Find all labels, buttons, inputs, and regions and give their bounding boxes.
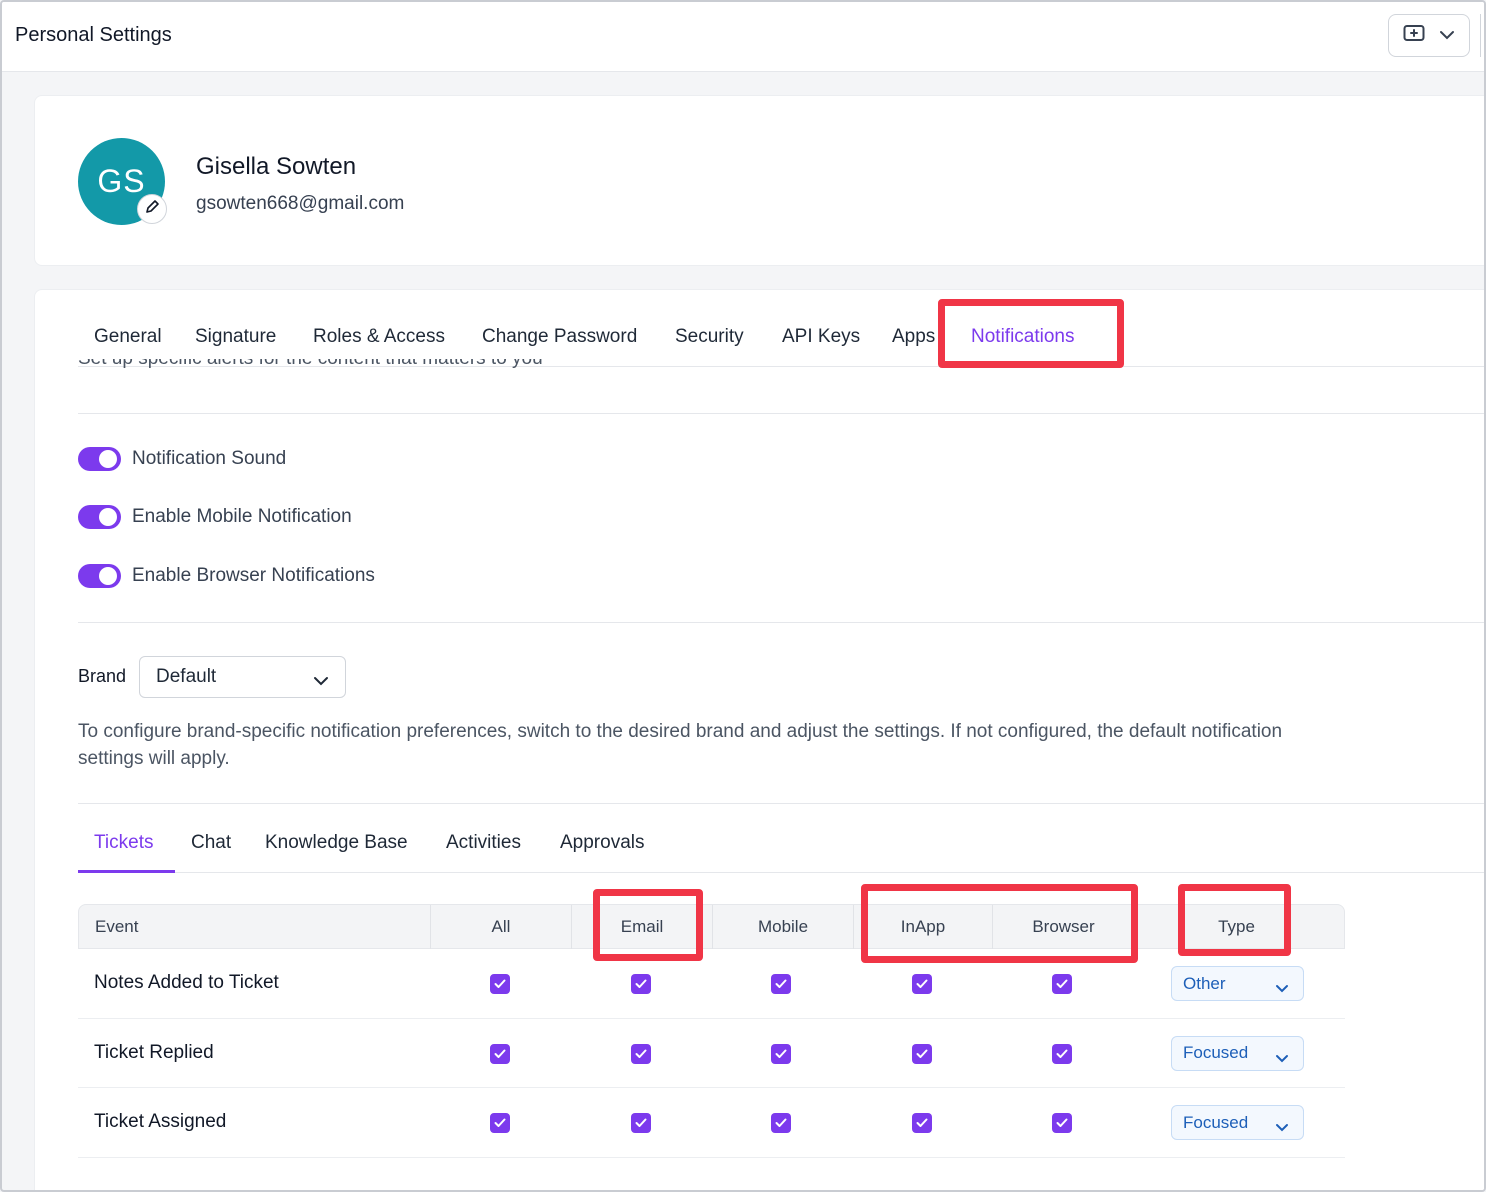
tab-roles-access[interactable]: Roles & Access bbox=[313, 326, 445, 348]
all-checkbox[interactable] bbox=[490, 1113, 510, 1133]
chevron-down-icon bbox=[1275, 978, 1289, 998]
chevron-down-icon bbox=[1275, 1048, 1289, 1068]
app-window: Personal Settings GS Gisella Sowten gsow… bbox=[0, 0, 1486, 1192]
all-checkbox[interactable] bbox=[490, 1043, 510, 1064]
mobile-checkbox[interactable] bbox=[771, 974, 791, 994]
mobile-checkbox[interactable] bbox=[771, 1113, 791, 1133]
edit-avatar-button[interactable] bbox=[137, 194, 167, 224]
brand-selected-value: Default bbox=[156, 666, 217, 687]
tab-apps[interactable]: Apps bbox=[892, 326, 935, 348]
notification-sound-toggle[interactable] bbox=[78, 447, 121, 471]
inapp-checkbox[interactable] bbox=[912, 1113, 932, 1133]
type-value: Focused bbox=[1183, 1043, 1249, 1062]
active-tab-indicator bbox=[78, 870, 175, 873]
toggle-label: Enable Mobile Notification bbox=[132, 506, 352, 527]
type-select[interactable]: Focused bbox=[1171, 1035, 1304, 1071]
column-email: Email bbox=[620, 917, 664, 936]
column-type: Type bbox=[1218, 917, 1255, 936]
divider bbox=[78, 413, 1484, 414]
column-inapp: InApp bbox=[900, 917, 946, 936]
mobile-notification-toggle[interactable] bbox=[78, 505, 121, 529]
type-select[interactable]: Focused bbox=[1171, 1105, 1304, 1140]
notifications-subtitle: Set up specific alerts for the content t… bbox=[78, 359, 778, 373]
column-browser: Browser bbox=[1032, 917, 1095, 936]
event-name: Ticket Replied bbox=[94, 1041, 214, 1063]
email-checkbox[interactable] bbox=[631, 974, 651, 994]
inapp-checkbox[interactable] bbox=[912, 974, 932, 994]
category-tabs: Tickets Chat Knowledge Base Activities A… bbox=[78, 804, 1484, 873]
tab-approvals[interactable]: Approvals bbox=[560, 832, 645, 854]
settings-card: General Signature Roles & Access Change … bbox=[34, 289, 1484, 1191]
column-all: All bbox=[491, 917, 511, 936]
browser-checkbox[interactable] bbox=[1052, 1043, 1072, 1064]
brand-label: Brand bbox=[78, 666, 127, 686]
tab-change-password[interactable]: Change Password bbox=[482, 326, 637, 348]
profile-card: GS Gisella Sowten gsowten668@gmail.com bbox=[34, 95, 1484, 266]
page-title: Personal Settings bbox=[15, 24, 172, 46]
tab-general[interactable]: General bbox=[94, 326, 162, 348]
toggle-label: Enable Browser Notifications bbox=[132, 565, 375, 586]
divider bbox=[78, 622, 1484, 623]
table-row: Ticket Replied Focused bbox=[78, 1019, 1345, 1088]
chevron-down-icon bbox=[1275, 1117, 1289, 1137]
profile-name: Gisella Sowten bbox=[196, 153, 357, 180]
browser-notifications-toggle[interactable] bbox=[78, 564, 121, 588]
tab-api-keys[interactable]: API Keys bbox=[782, 326, 860, 348]
brand-select[interactable]: Default bbox=[139, 656, 346, 698]
mobile-checkbox[interactable] bbox=[771, 1043, 791, 1064]
tab-security[interactable]: Security bbox=[675, 326, 744, 348]
settings-tabs: General Signature Roles & Access Change … bbox=[78, 290, 1484, 367]
tab-chat[interactable]: Chat bbox=[191, 832, 231, 854]
chevron-down-icon bbox=[313, 670, 329, 692]
email-checkbox[interactable] bbox=[631, 1113, 651, 1133]
profile-email: gsowten668@gmail.com bbox=[196, 193, 405, 214]
tab-notifications[interactable]: Notifications bbox=[971, 326, 1075, 348]
pencil-icon bbox=[144, 199, 160, 220]
tab-signature[interactable]: Signature bbox=[195, 326, 276, 348]
event-name: Ticket Assigned bbox=[94, 1111, 227, 1132]
tab-knowledge-base[interactable]: Knowledge Base bbox=[265, 832, 408, 854]
table-row: Notes Added to Ticket Other bbox=[78, 949, 1345, 1019]
toggle-row-browser-notifications: Enable Browser Notifications bbox=[78, 563, 375, 589]
browser-checkbox[interactable] bbox=[1052, 1113, 1072, 1133]
event-name: Notes Added to Ticket bbox=[94, 972, 279, 993]
toggle-label: Notification Sound bbox=[132, 448, 287, 469]
type-select[interactable]: Other bbox=[1171, 966, 1304, 1001]
table-row: Ticket Assigned Focused bbox=[78, 1088, 1345, 1158]
tab-activities[interactable]: Activities bbox=[446, 832, 521, 854]
top-bar: Personal Settings bbox=[2, 2, 1484, 72]
type-value: Focused bbox=[1183, 1112, 1249, 1132]
ticket-icon bbox=[1403, 24, 1425, 47]
chevron-down-icon bbox=[1439, 27, 1455, 45]
toggle-row-notification-sound: Notification Sound bbox=[78, 446, 286, 472]
inapp-checkbox[interactable] bbox=[912, 1043, 932, 1064]
toggle-row-mobile-notification: Enable Mobile Notification bbox=[78, 504, 352, 530]
brand-note: To configure brand-specific notification… bbox=[78, 721, 1283, 769]
browser-checkbox[interactable] bbox=[1052, 974, 1072, 994]
type-value: Other bbox=[1183, 973, 1226, 993]
ticket-view-switcher[interactable] bbox=[1388, 14, 1470, 57]
column-event: Event bbox=[95, 917, 139, 936]
email-checkbox[interactable] bbox=[631, 1043, 651, 1064]
tab-tickets[interactable]: Tickets bbox=[94, 832, 153, 854]
table-row bbox=[78, 1158, 1345, 1191]
table-header: Event All Email Mobile InApp Browser Typ… bbox=[78, 904, 1345, 949]
column-mobile: Mobile bbox=[757, 917, 809, 936]
notification-table: Event All Email Mobile InApp Browser Typ… bbox=[78, 904, 1345, 1191]
header-edge bbox=[1480, 14, 1484, 57]
all-checkbox[interactable] bbox=[490, 974, 510, 994]
